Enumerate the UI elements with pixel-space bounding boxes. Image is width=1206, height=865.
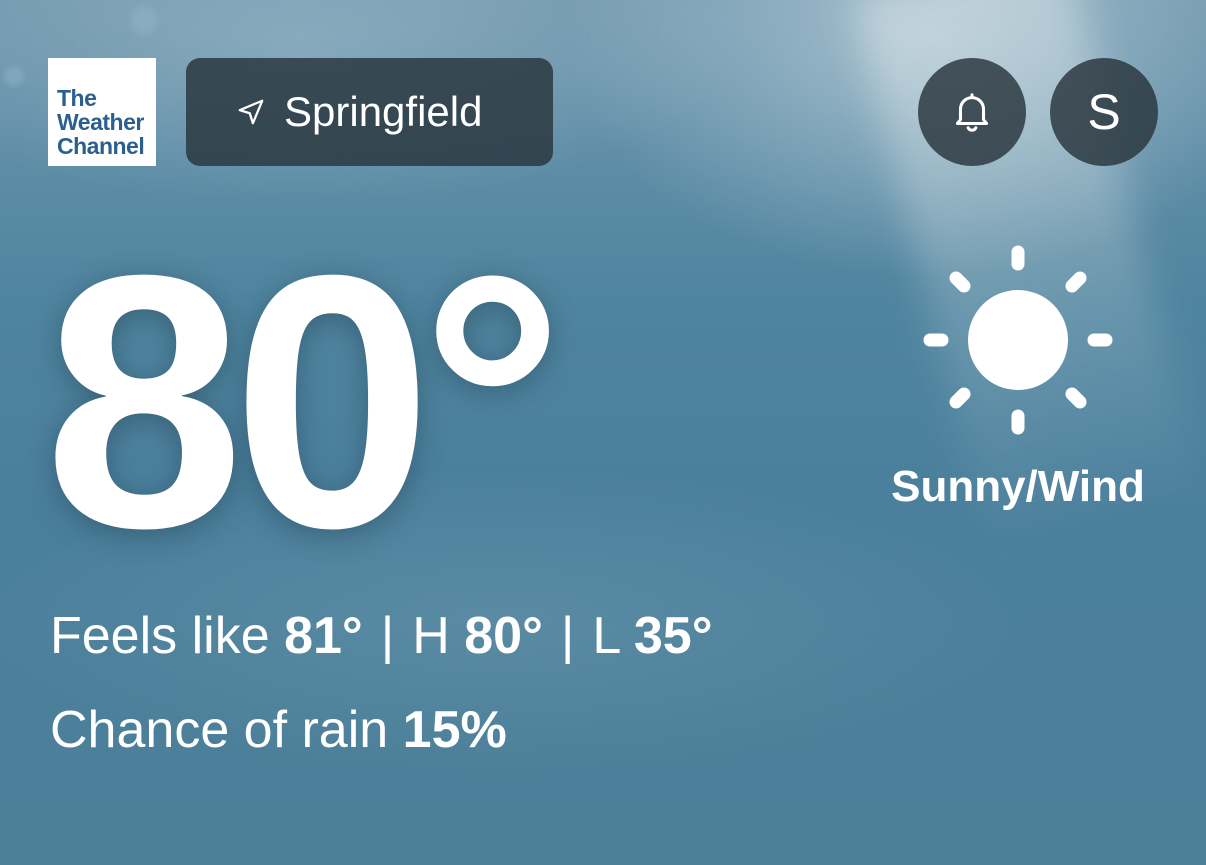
high-label: H [412, 607, 450, 665]
background-bokeh [130, 6, 158, 34]
separator: | [380, 607, 395, 665]
low-label: L [592, 607, 620, 665]
condition-label: Sunny/Wind [891, 462, 1145, 511]
rain-value: 15% [402, 701, 507, 759]
bell-icon [955, 93, 989, 132]
feels-like-label: Feels like [50, 607, 270, 665]
weather-channel-logo[interactable]: The Weather Channel [48, 58, 156, 166]
rain-label: Chance of rain [50, 701, 389, 759]
current-temperature: 80° [44, 201, 564, 603]
location-arrow-icon [238, 99, 264, 125]
sun-icon [923, 245, 1113, 435]
logo-text: The [57, 85, 97, 111]
logo-text: Channel [57, 133, 145, 159]
location-name: Springfield [284, 88, 483, 135]
high-value: 80° [464, 607, 543, 665]
notifications-button[interactable] [918, 58, 1026, 166]
background-bokeh [4, 66, 24, 86]
profile-button[interactable]: S [1050, 58, 1158, 166]
separator: | [560, 607, 575, 665]
profile-initial: S [1087, 84, 1121, 140]
logo-text: Weather [57, 109, 144, 135]
location-button[interactable]: Springfield [186, 58, 553, 166]
low-value: 35° [633, 607, 713, 665]
feels-like-value: 81° [284, 607, 363, 665]
rain-chance: Chance of rain 15% [50, 700, 507, 760]
temperature-details: Feels like 81° | H 80° | L 35° [50, 606, 713, 666]
